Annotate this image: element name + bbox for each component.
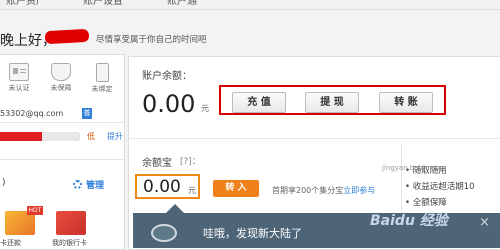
yuebao-help-link[interactable]: [?]： — [180, 154, 201, 167]
badge-identity[interactable]: 未认证 — [2, 61, 36, 95]
sidebar-section-bullet: ) — [2, 178, 6, 188]
recharge-button[interactable]: 充 值 — [232, 92, 286, 113]
benefit-item: • 全额保障 — [405, 198, 447, 208]
security-level-bar — [0, 132, 80, 141]
sidebar-divider — [0, 159, 124, 160]
balance-amount: 0.00 — [142, 90, 196, 118]
gear-icon — [73, 180, 82, 189]
section-divider — [128, 138, 500, 139]
sidebar-divider-2 — [0, 122, 124, 123]
close-icon[interactable]: × — [479, 215, 490, 230]
bank-card-label[interactable]: 我的银行卡 — [52, 238, 87, 248]
yuebao-promo: 首期享200个集分宝立即参与 — [272, 185, 375, 196]
baidu-watermark-logo: Baidu 经验 — [370, 213, 448, 229]
badge-phone[interactable]: 未绑定 — [85, 61, 119, 95]
yuebao-title: 余额宝 — [142, 158, 172, 169]
yuebao-amount: 0.00 — [143, 177, 181, 197]
balance-unit: 元 — [201, 104, 209, 113]
badge-identity-label: 未认证 — [8, 84, 30, 92]
promo-text: 首期享200个集分宝 — [272, 186, 344, 195]
phone-icon — [95, 63, 109, 82]
greeting-tagline: 尽情享受属于你自己的时间吧 — [96, 35, 207, 45]
redacted-username — [44, 28, 90, 45]
coin-stack-icon — [151, 224, 177, 242]
shield-icon — [51, 63, 71, 81]
badge-phone-label: 未绑定 — [91, 85, 113, 93]
popup-message: 哇哦，发现新大陆了 — [203, 227, 302, 240]
tab-account-settings[interactable]: 账户设置 — [83, 0, 123, 8]
withdraw-button[interactable]: 提 现 — [305, 92, 359, 113]
manage-link[interactable]: 管理 — [86, 178, 104, 191]
tab-account-link[interactable]: 账户通 — [167, 0, 197, 8]
benefit-item: • 收益远超活期10 — [405, 182, 475, 192]
popup-pointer — [166, 204, 184, 213]
transfer-button[interactable]: 转 账 — [379, 92, 433, 113]
promo-join-link[interactable]: 立即参与 — [343, 186, 375, 195]
badge-protection-label: 未保障 — [50, 84, 72, 92]
account-email: 53302@qq.com — [0, 109, 64, 118]
upgrade-security-link[interactable]: 提升 — [107, 131, 123, 142]
account-type-badge: 普 — [82, 108, 92, 119]
badge-protection[interactable]: 未保障 — [44, 61, 78, 95]
top-nav: 账户资产 账户设置 账户通 — [0, 0, 500, 10]
balance-label: 账户余额： — [142, 71, 192, 82]
tab-account-assets[interactable]: 账户资产 — [6, 0, 46, 8]
transfer-in-button[interactable]: 转 入 — [213, 180, 259, 197]
bank-card-icon[interactable] — [56, 211, 86, 235]
card-repayment-label[interactable]: 卡还款 — [0, 238, 21, 248]
yuebao-unit: 元 — [188, 186, 196, 195]
site-watermark: jingyan.baidu.com — [382, 164, 447, 172]
security-level-text: 低 — [87, 132, 95, 141]
hot-badge: HOT — [27, 206, 43, 215]
id-card-icon — [9, 63, 29, 81]
